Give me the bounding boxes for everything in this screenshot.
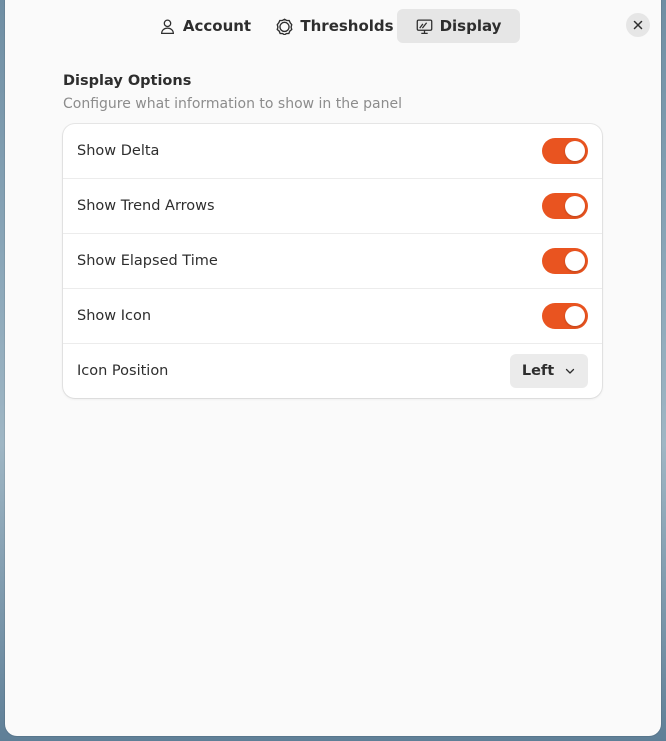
setting-row-show-trend-arrows: Show Trend Arrows [63,179,602,234]
dropdown-value: Left [521,363,555,379]
setting-row-show-icon: Show Icon [63,289,602,344]
close-button[interactable] [626,13,650,37]
icon-position-dropdown[interactable]: Left [510,354,588,388]
switch-knob [565,196,585,216]
setting-label: Show Elapsed Time [77,253,218,269]
setting-row-show-delta: Show Delta [63,124,602,179]
show-icon-switch[interactable] [542,303,588,329]
tab-display[interactable]: Display [397,9,520,43]
close-icon [633,20,643,30]
setting-label: Show Delta [77,143,160,159]
preferences-window: Account Thresholds Display Display Optio… [5,0,661,736]
tab-thresholds-label: Thresholds [300,17,394,35]
setting-row-icon-position: Icon Position Left [63,344,602,398]
settings-list: Show Delta Show Trend Arrows Show Elapse… [63,124,602,398]
show-trend-arrows-switch[interactable] [542,193,588,219]
person-icon [159,18,176,35]
setting-label: Icon Position [77,363,169,379]
setting-label: Show Trend Arrows [77,198,215,214]
tab-display-label: Display [439,17,502,35]
gauge-icon [276,17,293,35]
section-subtitle: Configure what information to show in th… [63,96,403,112]
switch-knob [565,141,585,161]
header-bar: Account Thresholds Display [5,0,661,52]
show-elapsed-time-switch[interactable] [542,248,588,274]
setting-row-show-elapsed-time: Show Elapsed Time [63,234,602,289]
setting-label: Show Icon [77,308,152,324]
tab-account-label: Account [182,17,252,35]
tab-thresholds[interactable]: Thresholds [273,9,397,43]
switch-knob [565,251,585,271]
monitor-icon [416,18,433,35]
section-title: Display Options [63,73,192,89]
show-delta-switch[interactable] [542,138,588,164]
tab-bar: Account Thresholds Display [5,9,661,43]
switch-knob [565,306,585,326]
display-options-section: Display Options Configure what informati… [63,70,602,398]
chevron-down-icon [564,365,576,377]
tab-account[interactable]: Account [155,9,255,43]
